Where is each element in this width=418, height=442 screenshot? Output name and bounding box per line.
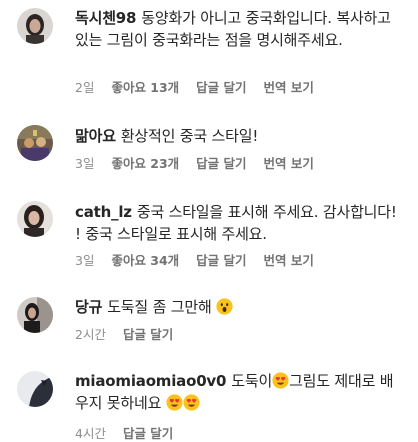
reply-button[interactable]: 답글 달기 [196,253,246,269]
heart-eyes-emoji-icon [166,394,183,411]
reply-button[interactable]: 답글 달기 [196,80,246,96]
comment-username[interactable]: cath_lz [75,203,132,221]
comment-body: cath_lz 중국 스타일을 표시해 주세요. 감사합니다! ! 중국 스타일로… [75,201,406,245]
comment-body: miaomiaomiao0v0 도둑이 그림도 제대로 배우지 못하네요 [75,370,406,414]
surprised-face-emoji-icon [216,298,233,315]
comment-item: 독시첸98 동양화가 아니고 중국화입니다. 복사하고 있는 그림이 중국화라는 … [0,0,418,105]
comment-text: 환상적인 중국 스타일! [120,127,259,145]
reply-button[interactable]: 답글 달기 [196,156,246,172]
reply-button[interactable]: 답글 달기 [123,426,173,442]
comment-time[interactable]: 4시간 [75,426,106,442]
comment-time[interactable]: 2시간 [75,327,106,343]
comment-item: 당규 도둑질 좀 그만해 2시간 답글 달기 [0,290,418,350]
comment-text: 도둑질 좀 그만해 [107,298,212,316]
comment-text-a: 도둑이 [231,372,273,390]
avatar[interactable] [17,125,53,161]
comment-item: miaomiaomiao0v0 도둑이 그림도 제대로 배우지 못하네요 4시간 … [0,364,418,441]
comment-likes[interactable]: 좋아요 34개 [111,253,179,269]
heart-eyes-emoji-icon [272,372,289,389]
heart-eyes-emoji-icon [183,394,200,411]
reply-button[interactable]: 답글 달기 [123,327,173,343]
comment-body: 독시첸98 동양화가 아니고 중국화입니다. 복사하고 있는 그림이 중국화라는 … [75,7,406,51]
comment-time[interactable]: 3일 [75,156,94,172]
translate-button[interactable]: 번역 보기 [264,80,314,96]
comment-body: 당규 도둑질 좀 그만해 [75,296,406,318]
comment-username[interactable]: miaomiaomiao0v0 [75,372,226,390]
comment-meta: 3일 좋아요 23개 답글 달기 번역 보기 [75,156,327,172]
translate-button[interactable]: 번역 보기 [264,253,314,269]
avatar[interactable] [17,8,53,44]
comment-username[interactable]: 독시첸98 [75,9,136,27]
avatar[interactable] [17,371,53,407]
comment-time[interactable]: 3일 [75,253,94,269]
translate-button[interactable]: 번역 보기 [264,156,314,172]
comment-item: 맒아요 환상적인 중국 스타일! 3일 좋아요 23개 답글 달기 번역 보기 [0,118,418,178]
comment-username[interactable]: 당규 [75,298,102,316]
comment-likes[interactable]: 좋아요 13개 [111,80,179,96]
avatar[interactable] [17,201,53,237]
comment-username[interactable]: 맒아요 [75,127,116,145]
comment-meta: 4시간 답글 달기 [75,426,186,442]
avatar[interactable] [17,297,53,333]
comment-meta: 2일 좋아요 13개 답글 달기 번역 보기 [75,80,327,96]
comment-body: 맒아요 환상적인 중국 스타일! [75,125,406,147]
comment-likes[interactable]: 좋아요 23개 [111,156,179,172]
comment-item: cath_lz 중국 스타일을 표시해 주세요. 감사합니다! ! 중국 스타일로… [0,193,418,278]
comment-meta: 2시간 답글 달기 [75,327,186,343]
comment-meta: 3일 좋아요 34개 답글 달기 번역 보기 [75,253,327,269]
comment-time[interactable]: 2일 [75,80,94,96]
